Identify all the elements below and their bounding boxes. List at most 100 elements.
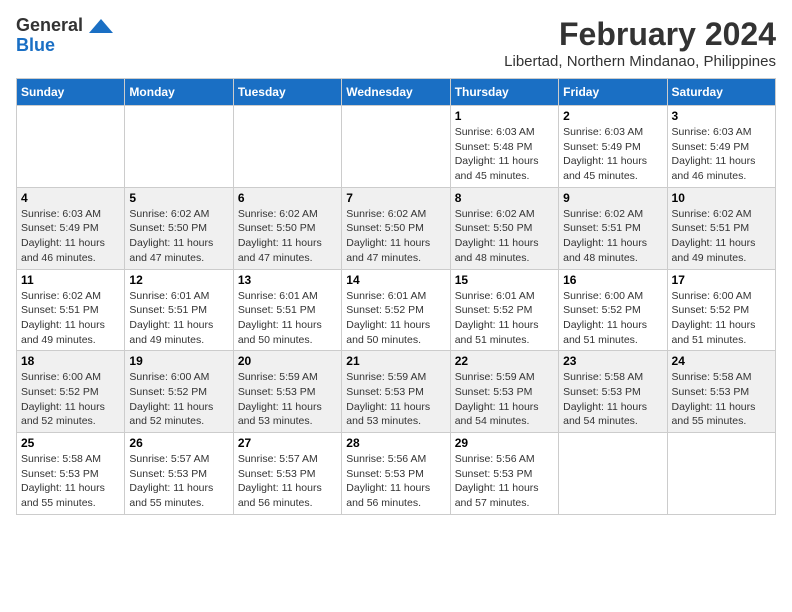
day-info: Sunrise: 6:00 AMSunset: 5:52 PMDaylight:…: [563, 289, 662, 348]
location-subtitle: Libertad, Northern Mindanao, Philippines: [504, 53, 776, 70]
calendar-cell: 25 Sunrise: 5:58 AMSunset: 5:53 PMDayligh…: [17, 433, 125, 515]
day-number: 20: [238, 354, 337, 368]
calendar-cell: 12 Sunrise: 6:01 AMSunset: 5:51 PMDayligh…: [125, 269, 233, 351]
day-number: 2: [563, 109, 662, 123]
calendar-table: SundayMondayTuesdayWednesdayThursdayFrid…: [16, 78, 776, 515]
day-info: Sunrise: 6:00 AMSunset: 5:52 PMDaylight:…: [21, 370, 120, 429]
day-info: Sunrise: 5:59 AMSunset: 5:53 PMDaylight:…: [455, 370, 554, 429]
calendar-week-row: 25 Sunrise: 5:58 AMSunset: 5:53 PMDayligh…: [17, 433, 776, 515]
day-number: 26: [129, 436, 228, 450]
day-number: 19: [129, 354, 228, 368]
day-info: Sunrise: 6:03 AMSunset: 5:49 PMDaylight:…: [21, 207, 120, 266]
calendar-cell: 7Sunrise: 6:02 AMSunset: 5:50 PMDaylight…: [342, 187, 450, 269]
day-info: Sunrise: 5:57 AMSunset: 5:53 PMDaylight:…: [238, 452, 337, 511]
calendar-header-wednesday: Wednesday: [342, 79, 450, 106]
calendar-cell: 3Sunrise: 6:03 AMSunset: 5:49 PMDaylight…: [667, 106, 775, 188]
calendar-header-row: SundayMondayTuesdayWednesdayThursdayFrid…: [17, 79, 776, 106]
day-number: 23: [563, 354, 662, 368]
day-info: Sunrise: 5:59 AMSunset: 5:53 PMDaylight:…: [238, 370, 337, 429]
day-info: Sunrise: 5:56 AMSunset: 5:53 PMDaylight:…: [346, 452, 445, 511]
calendar-cell: 15 Sunrise: 6:01 AMSunset: 5:52 PMDayligh…: [450, 269, 558, 351]
day-info: Sunrise: 6:02 AMSunset: 5:51 PMDaylight:…: [563, 207, 662, 266]
calendar-cell: 16 Sunrise: 6:00 AMSunset: 5:52 PMDayligh…: [559, 269, 667, 351]
day-info: Sunrise: 6:02 AMSunset: 5:50 PMDaylight:…: [129, 207, 228, 266]
calendar-cell: [342, 106, 450, 188]
day-number: 22: [455, 354, 554, 368]
day-number: 13: [238, 273, 337, 287]
calendar-cell: 2 Sunrise: 6:03 AMSunset: 5:49 PMDaylight…: [559, 106, 667, 188]
calendar-cell: 22 Sunrise: 5:59 AMSunset: 5:53 PMDayligh…: [450, 351, 558, 433]
calendar-cell: 11 Sunrise: 6:02 AMSunset: 5:51 PMDayligh…: [17, 269, 125, 351]
day-number: 1: [455, 109, 554, 123]
day-info: Sunrise: 6:01 AMSunset: 5:51 PMDaylight:…: [129, 289, 228, 348]
day-number: 21: [346, 354, 445, 368]
day-number: 18: [21, 354, 120, 368]
calendar-cell: [17, 106, 125, 188]
day-number: 15: [455, 273, 554, 287]
day-info: Sunrise: 6:01 AMSunset: 5:51 PMDaylight:…: [238, 289, 337, 348]
day-info: Sunrise: 6:01 AMSunset: 5:52 PMDaylight:…: [455, 289, 554, 348]
calendar-cell: [559, 433, 667, 515]
calendar-cell: 23 Sunrise: 5:58 AMSunset: 5:53 PMDayligh…: [559, 351, 667, 433]
logo-icon: [87, 17, 115, 35]
calendar-header-saturday: Saturday: [667, 79, 775, 106]
calendar-cell: 20 Sunrise: 5:59 AMSunset: 5:53 PMDayligh…: [233, 351, 341, 433]
day-info: Sunrise: 6:02 AMSunset: 5:51 PMDaylight:…: [21, 289, 120, 348]
calendar-cell: 8 Sunrise: 6:02 AMSunset: 5:50 PMDaylight…: [450, 187, 558, 269]
calendar-cell: 21 Sunrise: 5:59 AMSunset: 5:53 PMDayligh…: [342, 351, 450, 433]
day-info: Sunrise: 5:59 AMSunset: 5:53 PMDaylight:…: [346, 370, 445, 429]
day-info: Sunrise: 6:03 AMSunset: 5:48 PMDaylight:…: [455, 125, 554, 184]
calendar-cell: 5 Sunrise: 6:02 AMSunset: 5:50 PMDaylight…: [125, 187, 233, 269]
day-info: Sunrise: 6:03 AMSunset: 5:49 PMDaylight:…: [563, 125, 662, 184]
day-number: 28: [346, 436, 445, 450]
calendar-cell: 1 Sunrise: 6:03 AMSunset: 5:48 PMDaylight…: [450, 106, 558, 188]
day-number: 11: [21, 273, 120, 287]
calendar-week-row: 11 Sunrise: 6:02 AMSunset: 5:51 PMDayligh…: [17, 269, 776, 351]
day-number: 10: [672, 191, 771, 205]
calendar-cell: 26 Sunrise: 5:57 AMSunset: 5:53 PMDayligh…: [125, 433, 233, 515]
day-info: Sunrise: 6:02 AMSunset: 5:50 PMDaylight:…: [455, 207, 554, 266]
calendar-cell: 13 Sunrise: 6:01 AMSunset: 5:51 PMDayligh…: [233, 269, 341, 351]
calendar-cell: 10 Sunrise: 6:02 AMSunset: 5:51 PMDayligh…: [667, 187, 775, 269]
day-number: 29: [455, 436, 554, 450]
logo-blue: Blue: [16, 36, 55, 56]
day-number: 8: [455, 191, 554, 205]
calendar-cell: 4Sunrise: 6:03 AMSunset: 5:49 PMDaylight…: [17, 187, 125, 269]
calendar-cell: 29 Sunrise: 5:56 AMSunset: 5:53 PMDayligh…: [450, 433, 558, 515]
day-number: 25: [21, 436, 120, 450]
logo: General Blue: [16, 16, 115, 56]
title-area: February 2024 Libertad, Northern Mindana…: [504, 16, 776, 70]
day-info: Sunrise: 5:56 AMSunset: 5:53 PMDaylight:…: [455, 452, 554, 511]
calendar-week-row: 18 Sunrise: 6:00 AMSunset: 5:52 PMDayligh…: [17, 351, 776, 433]
calendar-cell: 24Sunrise: 5:58 AMSunset: 5:53 PMDayligh…: [667, 351, 775, 433]
calendar-header-sunday: Sunday: [17, 79, 125, 106]
calendar-cell: 18 Sunrise: 6:00 AMSunset: 5:52 PMDayligh…: [17, 351, 125, 433]
calendar-cell: 19Sunrise: 6:00 AMSunset: 5:52 PMDayligh…: [125, 351, 233, 433]
day-number: 9: [563, 191, 662, 205]
day-number: 12: [129, 273, 228, 287]
day-info: Sunrise: 5:58 AMSunset: 5:53 PMDaylight:…: [21, 452, 120, 511]
day-number: 5: [129, 191, 228, 205]
calendar-week-row: 1 Sunrise: 6:03 AMSunset: 5:48 PMDaylight…: [17, 106, 776, 188]
calendar-cell: [233, 106, 341, 188]
day-number: 16: [563, 273, 662, 287]
calendar-cell: 17 Sunrise: 6:00 AMSunset: 5:52 PMDayligh…: [667, 269, 775, 351]
day-info: Sunrise: 6:02 AMSunset: 5:51 PMDaylight:…: [672, 207, 771, 266]
calendar-header-thursday: Thursday: [450, 79, 558, 106]
logo-general: General: [16, 16, 83, 36]
calendar-header-monday: Monday: [125, 79, 233, 106]
day-info: Sunrise: 5:58 AMSunset: 5:53 PMDaylight:…: [672, 370, 771, 429]
day-info: Sunrise: 5:57 AMSunset: 5:53 PMDaylight:…: [129, 452, 228, 511]
day-number: 17: [672, 273, 771, 287]
page-header: General Blue February 2024 Libertad, Nor…: [16, 16, 776, 70]
calendar-cell: [667, 433, 775, 515]
day-number: 6: [238, 191, 337, 205]
day-number: 27: [238, 436, 337, 450]
day-info: Sunrise: 5:58 AMSunset: 5:53 PMDaylight:…: [563, 370, 662, 429]
calendar-cell: 14Sunrise: 6:01 AMSunset: 5:52 PMDayligh…: [342, 269, 450, 351]
day-info: Sunrise: 6:02 AMSunset: 5:50 PMDaylight:…: [346, 207, 445, 266]
calendar-cell: 6Sunrise: 6:02 AMSunset: 5:50 PMDaylight…: [233, 187, 341, 269]
day-info: Sunrise: 6:00 AMSunset: 5:52 PMDaylight:…: [672, 289, 771, 348]
calendar-cell: 28 Sunrise: 5:56 AMSunset: 5:53 PMDayligh…: [342, 433, 450, 515]
calendar-cell: [125, 106, 233, 188]
